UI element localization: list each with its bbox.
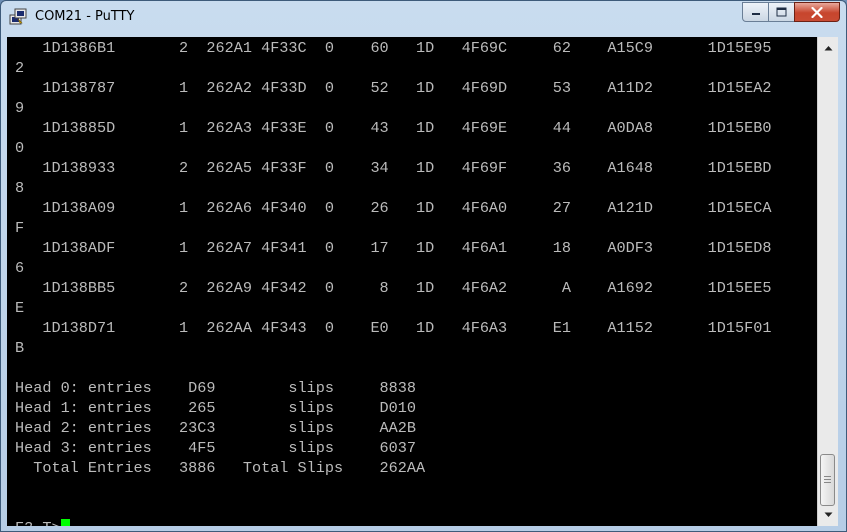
- terminal-line: 1D1386B1 2 262A1 4F33C 0 60 1D 4F69C 62 …: [15, 39, 772, 57]
- terminal-line: E: [15, 299, 25, 317]
- terminal-line: Head 3: entries 4F5 slips 6037: [15, 439, 417, 457]
- scroll-up-button[interactable]: [820, 40, 836, 56]
- terminal-line: 1D138D71 1 262AA 4F343 0 E0 1D 4F6A3 E1 …: [15, 319, 772, 337]
- terminal-line: Head 0: entries D69 slips 8838: [15, 379, 417, 397]
- minimize-button[interactable]: [742, 2, 769, 22]
- putty-terminal-icon: [9, 8, 27, 25]
- thumb-grip-line: [824, 482, 831, 483]
- window-title: COM21 - PuTTY: [35, 9, 135, 24]
- scroll-down-arrow-icon: [824, 512, 832, 517]
- terminal-line: Head 1: entries 265 slips D010: [15, 399, 417, 417]
- close-icon: [811, 6, 823, 18]
- terminal-line: 9: [15, 99, 25, 117]
- maximize-icon: [776, 7, 787, 17]
- terminal-line: 6: [15, 259, 25, 277]
- terminal-prompt-line: F3 T>: [15, 518, 61, 526]
- terminal-line: Total Entries 3886 Total Slips 262AA: [15, 459, 426, 477]
- terminal-screen[interactable]: 1D1386B1 2 262A1 4F33C 0 60 1D 4F69C 62 …: [7, 37, 817, 526]
- title-bar[interactable]: COM21 - PuTTY: [1, 1, 846, 35]
- terminal-line: 1D138ADF 1 262A7 4F341 0 17 1D 4F6A1 18 …: [15, 239, 772, 257]
- scrollbar-thumb[interactable]: [820, 454, 835, 506]
- terminal-line: 2: [15, 59, 25, 77]
- terminal-line: B: [15, 339, 25, 357]
- terminal-line: Head 2: entries 23C3 slips AA2B: [15, 419, 417, 437]
- caption-buttons: [742, 2, 840, 23]
- thumb-grip-line: [824, 479, 831, 480]
- thumb-grip-line: [824, 476, 831, 477]
- scroll-down-button[interactable]: [820, 507, 836, 523]
- terminal-line: F: [15, 219, 25, 237]
- putty-window: COM21 - PuTTY 1D1386B1 2 262A1 4F33C 0 6…: [0, 0, 847, 532]
- terminal-line: 1D138A09 1 262A6 4F340 0 26 1D 4F6A0 27 …: [15, 199, 772, 217]
- terminal-line: 1D138933 2 262A5 4F33F 0 34 1D 4F69F 36 …: [15, 159, 772, 177]
- terminal-line: 1D138BB5 2 262A9 4F342 0 8 1D 4F6A2 A A1…: [15, 279, 772, 297]
- terminal-cursor: [60, 519, 70, 526]
- close-button[interactable]: [794, 2, 840, 22]
- terminal-line: 8: [15, 179, 25, 197]
- terminal-line: 1D13885D 1 262A3 4F33E 0 43 1D 4F69E 44 …: [15, 119, 772, 137]
- terminal-line: 1D138787 1 262A2 4F33D 0 52 1D 4F69D 53 …: [15, 79, 772, 97]
- scroll-up-arrow-icon: [824, 46, 832, 51]
- maximize-button[interactable]: [768, 2, 795, 22]
- minimize-icon: [751, 13, 760, 15]
- vertical-scrollbar[interactable]: [817, 37, 838, 526]
- terminal-line: 0: [15, 139, 25, 157]
